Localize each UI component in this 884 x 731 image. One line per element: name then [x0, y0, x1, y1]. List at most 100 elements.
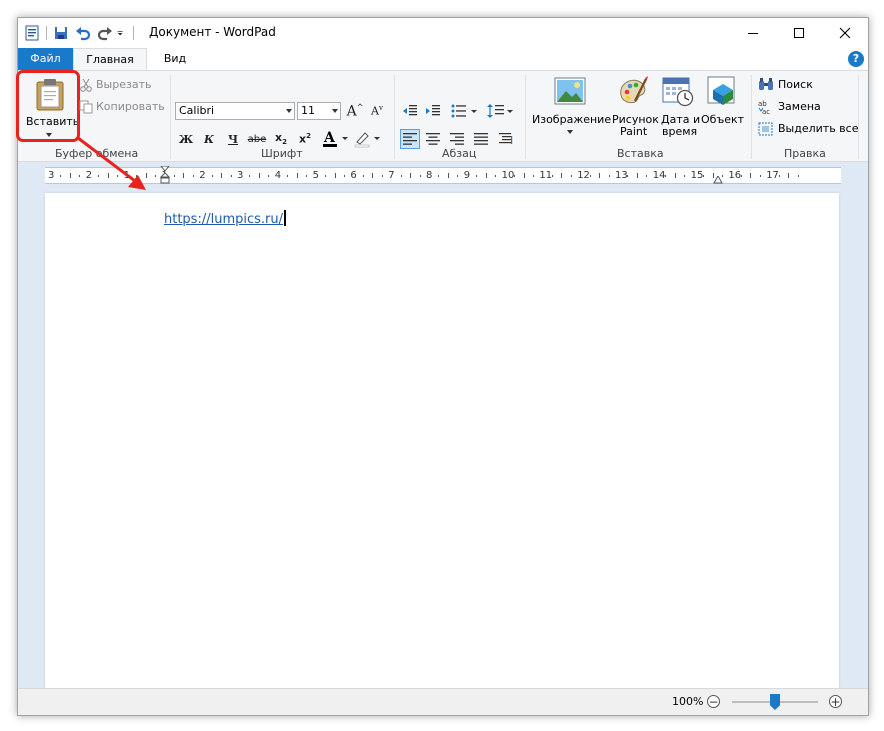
qat-separator — [133, 26, 134, 40]
bold-button[interactable]: Ж — [176, 129, 196, 149]
font-size-value: 11 — [301, 104, 315, 117]
ruler-tick — [797, 175, 799, 177]
chevron-down-icon — [286, 109, 292, 113]
ruler-tick — [646, 175, 648, 177]
ruler-tick — [703, 175, 705, 177]
binoculars-icon — [759, 78, 773, 90]
insert-object-button[interactable]: Объект — [700, 73, 746, 143]
superscript-button[interactable]: x2 — [295, 129, 315, 149]
tab-file[interactable]: Файл — [18, 48, 73, 70]
align-left-icon — [403, 133, 417, 145]
calendar-clock-icon — [662, 77, 694, 107]
shrink-font-button[interactable]: Av — [367, 101, 387, 121]
ruler-number: 9 — [463, 170, 471, 181]
customize-qat-icon[interactable] — [117, 25, 127, 41]
paragraph-group-label: Абзац — [442, 147, 477, 160]
close-button[interactable] — [822, 18, 868, 48]
ruler-tick — [400, 175, 402, 177]
line-spacing-button[interactable] — [486, 101, 516, 121]
select-all-button[interactable]: Выделить все — [758, 121, 858, 137]
align-right-button[interactable] — [447, 129, 467, 149]
ruler-tick — [60, 175, 62, 177]
superscript-icon: x2 — [299, 132, 311, 146]
zoom-in-button[interactable]: + — [829, 695, 842, 708]
paste-highlight-annotation — [16, 70, 80, 142]
ruler-tick — [410, 173, 412, 178]
highlight-color-button[interactable] — [353, 129, 383, 149]
maximize-button[interactable] — [776, 18, 822, 48]
redo-icon[interactable] — [97, 25, 113, 41]
zoom-slider-thumb[interactable] — [770, 694, 780, 710]
paragraph-settings-button[interactable] — [496, 129, 516, 149]
quick-access-toolbar — [18, 23, 134, 43]
ruler-tick — [495, 175, 497, 177]
ruler-tick — [211, 175, 213, 177]
ruler-number: 10 — [501, 170, 515, 181]
replace-button[interactable]: ab ac Замена — [758, 99, 838, 115]
italic-button[interactable]: К — [199, 129, 219, 149]
paragraph-icon — [499, 133, 513, 144]
minimize-icon — [748, 33, 758, 34]
copy-button[interactable]: Копировать — [79, 99, 165, 115]
ruler-tick — [457, 175, 459, 177]
editing-group-label: Правка — [784, 147, 826, 160]
text-color-button[interactable]: A — [321, 129, 351, 149]
ruler-tick — [268, 175, 270, 177]
document-page[interactable]: https://lumpics.ru/ — [45, 193, 839, 688]
ruler-tick — [381, 175, 383, 177]
chevron-down-icon — [567, 130, 573, 134]
ruler-bar: 3211234567891011121314151617 — [18, 162, 868, 190]
minimize-button[interactable] — [730, 18, 776, 48]
cut-button[interactable]: Вырезать — [79, 77, 159, 93]
ruler-tick — [476, 175, 478, 177]
help-button[interactable]: ? — [848, 51, 864, 67]
group-separator — [751, 75, 752, 159]
ruler-tick — [674, 173, 676, 178]
ruler-tick — [372, 173, 374, 178]
underline-button[interactable]: Ч — [223, 129, 243, 149]
subscript-button[interactable]: x2 — [271, 129, 291, 149]
insert-object-label: Объект — [701, 113, 745, 126]
strikethrough-button[interactable]: abe — [247, 129, 267, 149]
align-left-button[interactable] — [400, 129, 420, 149]
undo-icon[interactable] — [75, 25, 91, 41]
document-link[interactable]: https://lumpics.ru/ — [164, 210, 286, 227]
increase-indent-button[interactable] — [423, 101, 443, 121]
chevron-down-icon — [332, 109, 338, 113]
right-indent-marker-icon[interactable] — [713, 176, 723, 184]
grow-font-button[interactable]: A^ — [345, 101, 365, 121]
ruler-tick — [778, 175, 780, 177]
ruler-number: 15 — [690, 170, 704, 181]
ruler-tick — [258, 173, 260, 178]
group-separator — [394, 75, 395, 159]
save-icon[interactable] — [53, 25, 69, 41]
paint-palette-icon — [620, 76, 648, 104]
status-bar: 100% − + — [18, 688, 868, 715]
insert-image-label: Изображение — [532, 113, 612, 126]
picture-icon — [554, 77, 586, 105]
ruler-number: 13 — [615, 170, 628, 181]
insert-image-button[interactable]: Изображение — [530, 73, 612, 143]
tab-home[interactable]: Главная — [73, 48, 147, 70]
paint-label-line2: Paint — [620, 125, 648, 138]
ruler-tick — [532, 175, 534, 177]
svg-text:A: A — [323, 130, 336, 146]
paint-drawing-button[interactable]: Рисунок Paint — [610, 73, 659, 143]
decrease-indent-button[interactable] — [400, 101, 420, 121]
ribbon-tabs: Файл Главная Вид ? — [18, 48, 868, 70]
zoom-out-button[interactable]: − — [707, 695, 720, 708]
find-button[interactable]: Поиск — [758, 77, 838, 93]
justify-button[interactable] — [471, 129, 491, 149]
datetime-button[interactable]: Дата и время — [658, 73, 700, 143]
qat-separator — [46, 26, 47, 40]
insert-group-label: Вставка — [617, 147, 664, 160]
ruler-number: 3 — [48, 170, 55, 181]
justify-icon — [474, 133, 488, 145]
indent-marker-icon[interactable] — [160, 166, 170, 184]
align-center-button[interactable] — [423, 129, 443, 149]
font-size-combo[interactable]: 11 — [297, 102, 341, 120]
font-family-combo[interactable]: Calibri — [175, 102, 295, 120]
bullets-button[interactable] — [450, 101, 480, 121]
window-title: Документ - WordPad — [149, 25, 276, 39]
tab-view[interactable]: Вид — [150, 48, 200, 70]
